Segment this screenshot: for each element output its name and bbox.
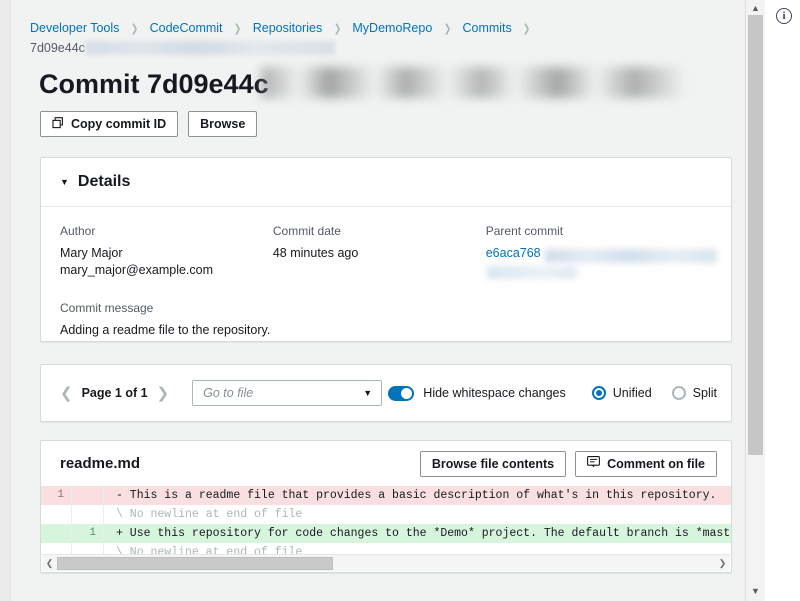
diff-line-no-newline: \ No newline at end of file bbox=[41, 505, 731, 524]
commit-message-label: Commit message bbox=[60, 301, 712, 315]
hide-whitespace-label: Hide whitespace changes bbox=[423, 386, 565, 400]
view-mode-split-label: Split bbox=[693, 386, 717, 400]
breadcrumb-separator-icon: ❯ bbox=[523, 20, 530, 39]
breadcrumb-redacted-region bbox=[85, 41, 335, 55]
copy-icon bbox=[52, 117, 64, 132]
file-name: readme.md bbox=[60, 455, 140, 472]
page-title-redacted-region bbox=[261, 67, 685, 98]
screen: Developer Tools ❯ CodeCommit ❯ Repositor… bbox=[0, 0, 800, 601]
breadcrumb-separator-icon: ❯ bbox=[444, 20, 451, 39]
diff-view: 1 - This is a readme file that provides … bbox=[41, 486, 731, 562]
chevron-right-icon[interactable]: ❯ bbox=[157, 386, 170, 401]
view-mode-unified[interactable]: Unified bbox=[592, 386, 652, 400]
details-author-column: Author Mary Major mary_major@example.com bbox=[60, 224, 273, 279]
author-label: Author bbox=[60, 224, 273, 238]
breadcrumb-item-current-commit: 7d09e44c bbox=[30, 41, 85, 55]
radio-unified[interactable] bbox=[592, 386, 606, 400]
chevron-left-icon[interactable]: ❮ bbox=[42, 558, 57, 569]
left-margin-strip bbox=[0, 0, 11, 601]
header-actions: Copy commit ID Browse bbox=[40, 111, 257, 137]
chevron-down-icon[interactable]: ▼ bbox=[746, 583, 765, 599]
details-section-title: Details bbox=[78, 173, 130, 191]
breadcrumb-item-mydemorepo[interactable]: MyDemoRepo bbox=[352, 21, 432, 35]
go-to-file-select[interactable]: Go to file ▼ bbox=[192, 380, 382, 406]
scrollbar-thumb[interactable] bbox=[57, 557, 333, 570]
browse-file-contents-label: Browse file contents bbox=[432, 457, 554, 471]
details-card: ▼ Details Author Mary Major mary_major@e… bbox=[40, 157, 732, 342]
page-title: Commit 7d09e44c bbox=[39, 64, 269, 104]
author-email: mary_major@example.com bbox=[60, 262, 273, 279]
browse-button[interactable]: Browse bbox=[188, 111, 257, 137]
file-diff-header: readme.md Browse file contents bbox=[41, 441, 731, 486]
diff-new-line-number bbox=[72, 505, 104, 524]
details-card-header[interactable]: ▼ Details bbox=[41, 158, 731, 207]
radio-split[interactable] bbox=[672, 386, 686, 400]
breadcrumb-separator-icon: ❯ bbox=[334, 20, 341, 39]
page-title-row: Commit 7d09e44c bbox=[39, 64, 269, 104]
copy-commit-id-label: Copy commit ID bbox=[71, 117, 166, 131]
caret-down-icon: ▼ bbox=[363, 388, 372, 398]
commit-date-label: Commit date bbox=[273, 224, 486, 238]
file-diff-card: readme.md Browse file contents bbox=[40, 440, 732, 573]
diff-new-line-number: 1 bbox=[72, 524, 104, 543]
commit-message-value: Adding a readme file to the repository. bbox=[60, 322, 712, 339]
diff-horizontal-scrollbar[interactable]: ❮ ❯ bbox=[42, 554, 730, 571]
diff-line-text: \ No newline at end of file bbox=[104, 505, 731, 524]
breadcrumb-item-repositories[interactable]: Repositories bbox=[253, 21, 322, 35]
diff-line-deletion: 1 - This is a readme file that provides … bbox=[41, 486, 731, 505]
diff-view-options: Hide whitespace changes Unified Split bbox=[388, 365, 717, 421]
diff-old-line-number bbox=[41, 524, 72, 543]
browse-file-contents-button[interactable]: Browse file contents bbox=[420, 451, 566, 477]
chevron-right-icon[interactable]: ❯ bbox=[715, 558, 730, 569]
comment-icon bbox=[587, 456, 600, 471]
comment-on-file-label: Comment on file bbox=[607, 457, 705, 471]
details-parent-column: Parent commit e6aca768 bbox=[486, 224, 712, 279]
page-content: Developer Tools ❯ CodeCommit ❯ Repositor… bbox=[11, 0, 745, 601]
details-grid: Author Mary Major mary_major@example.com… bbox=[60, 224, 712, 279]
author-name: Mary Major bbox=[60, 245, 273, 262]
browse-label: Browse bbox=[200, 117, 245, 131]
caret-down-icon[interactable]: ▼ bbox=[60, 178, 69, 187]
parent-commit-redacted-region bbox=[545, 249, 717, 263]
view-mode-split[interactable]: Split bbox=[672, 386, 717, 400]
breadcrumb-item-codecommit[interactable]: CodeCommit bbox=[150, 21, 223, 35]
diff-old-line-number bbox=[41, 505, 72, 524]
scrollbar-track[interactable] bbox=[57, 557, 715, 570]
page-indicator: Page 1 of 1 bbox=[82, 386, 148, 400]
breadcrumb-separator-icon: ❯ bbox=[234, 20, 241, 39]
diff-old-line-number: 1 bbox=[41, 486, 72, 505]
diff-toolbar: ❮ Page 1 of 1 ❯ Go to file ▼ Hide whites… bbox=[41, 365, 731, 421]
toggle-knob bbox=[401, 388, 412, 399]
breadcrumb-separator-icon: ❯ bbox=[131, 20, 138, 39]
view-mode-unified-label: Unified bbox=[613, 386, 652, 400]
hide-whitespace-toggle[interactable]: Hide whitespace changes bbox=[388, 386, 565, 401]
parent-commit-redacted-region-2 bbox=[487, 266, 577, 279]
chevron-up-icon[interactable]: ▲ bbox=[746, 0, 765, 16]
scrollbar-thumb[interactable] bbox=[748, 15, 763, 455]
breadcrumb: Developer Tools ❯ CodeCommit ❯ Repositor… bbox=[30, 19, 730, 58]
commit-message-block: Commit message Adding a readme file to t… bbox=[60, 301, 712, 339]
diff-line-text: + Use this repository for code changes t… bbox=[104, 524, 731, 543]
go-to-file-placeholder: Go to file bbox=[203, 386, 253, 400]
chevron-left-icon[interactable]: ❮ bbox=[60, 386, 73, 401]
breadcrumb-item-developer-tools[interactable]: Developer Tools bbox=[30, 21, 119, 35]
copy-commit-id-button[interactable]: Copy commit ID bbox=[40, 111, 178, 137]
diff-new-line-number bbox=[72, 486, 104, 505]
info-icon[interactable]: i bbox=[776, 8, 792, 24]
toggle-switch[interactable] bbox=[388, 386, 414, 401]
diff-line-text: - This is a readme file that provides a … bbox=[104, 486, 731, 505]
diff-toolbar-card: ❮ Page 1 of 1 ❯ Go to file ▼ Hide whites… bbox=[40, 364, 732, 422]
breadcrumb-item-commits[interactable]: Commits bbox=[462, 21, 511, 35]
pagination: ❮ Page 1 of 1 ❯ bbox=[60, 386, 169, 401]
file-actions: Browse file contents Comment on file bbox=[420, 451, 717, 477]
diff-line-addition: 1 + Use this repository for code changes… bbox=[41, 524, 731, 543]
parent-commit-label: Parent commit bbox=[486, 224, 712, 238]
browser-vertical-scrollbar[interactable]: ▲ ▼ bbox=[745, 0, 765, 601]
details-date-column: Commit date 48 minutes ago bbox=[273, 224, 486, 279]
comment-on-file-button[interactable]: Comment on file bbox=[575, 451, 717, 477]
commit-date-value: 48 minutes ago bbox=[273, 245, 486, 262]
details-body: Author Mary Major mary_major@example.com… bbox=[41, 207, 731, 339]
